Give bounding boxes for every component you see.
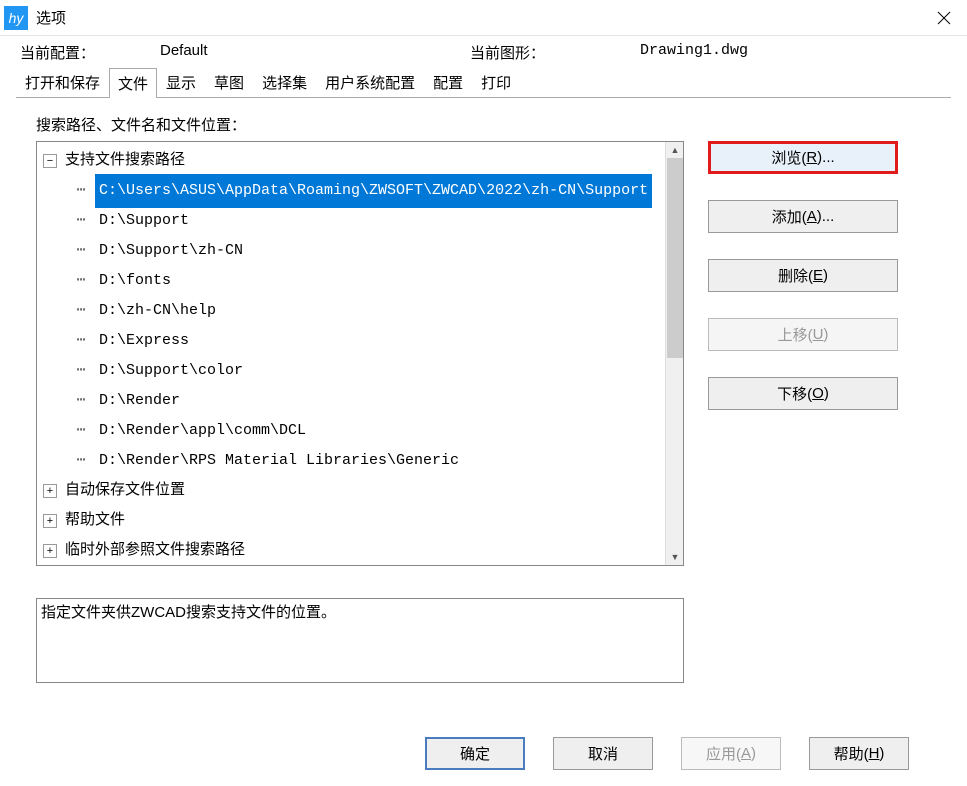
title-bar: hy 选项 [0, 0, 967, 36]
leaf-marker-icon: ⋯ [75, 386, 87, 416]
tree-path-item[interactable]: ⋯ D:\Render\appl\comm\DCL [39, 416, 681, 446]
profile-value: Default [160, 42, 470, 63]
tab-3[interactable]: 草图 [205, 67, 253, 97]
leaf-marker-icon: ⋯ [75, 266, 87, 296]
section-label: 搜索路径、文件名和文件位置： [36, 114, 939, 135]
tree-path-text: D:\fonts [95, 264, 175, 298]
browse-button[interactable]: 浏览(R)... [708, 141, 898, 174]
tab-5[interactable]: 用户系统配置 [316, 67, 424, 97]
tree-path-text: C:\Users\ASUS\AppData\Roaming\ZWSOFT\ZWC… [95, 174, 652, 208]
tree-path-item[interactable]: ⋯ C:\Users\ASUS\AppData\Roaming\ZWSOFT\ZW… [39, 176, 681, 206]
tree-path-item[interactable]: ⋯ D:\fonts [39, 266, 681, 296]
tree-path-text: D:\Support\zh-CN [95, 234, 247, 268]
tree-label: 自动保存文件位置 [61, 474, 189, 508]
bottom-button-row: 确定 取消 应用(A) 帮助(H) [425, 737, 909, 770]
scroll-down-arrow[interactable]: ▼ [666, 549, 684, 565]
tree-node-collapsed[interactable]: + 自动保存文件位置 [39, 476, 681, 506]
ok-button[interactable]: 确定 [425, 737, 525, 770]
description-box: 指定文件夹供ZWCAD搜索支持文件的位置。 [36, 598, 684, 683]
drawing-label: 当前图形： [470, 42, 640, 63]
help-button[interactable]: 帮助(H) [809, 737, 909, 770]
scroll-thumb[interactable] [667, 158, 683, 358]
leaf-marker-icon: ⋯ [75, 236, 87, 266]
tree-path-text: D:\Render\appl\comm\DCL [95, 414, 310, 448]
leaf-marker-icon: ⋯ [75, 296, 87, 326]
tab-0[interactable]: 打开和保存 [16, 67, 109, 97]
tree-path-text: D:\Express [95, 324, 193, 358]
add-button[interactable]: 添加(A)... [708, 200, 898, 233]
apply-button: 应用(A) [681, 737, 781, 770]
leaf-marker-icon: ⋯ [75, 176, 87, 206]
profile-label: 当前配置： [20, 42, 160, 63]
info-row: 当前配置： Default 当前图形： Drawing1.dwg [0, 36, 967, 67]
scrollbar[interactable]: ▲ ▼ [665, 142, 683, 565]
leaf-marker-icon: ⋯ [75, 326, 87, 356]
path-tree[interactable]: −支持文件搜索路径⋯C:\Users\ASUS\AppData\Roaming\… [36, 141, 684, 566]
tree-path-item[interactable]: ⋯ D:\Render [39, 386, 681, 416]
tree-path-item[interactable]: ⋯ D:\Support [39, 206, 681, 236]
close-button[interactable] [921, 0, 967, 36]
movedown-button[interactable]: 下移(O) [708, 377, 898, 410]
tree-path-text: D:\Render\RPS Material Libraries\Generic [95, 444, 463, 478]
expand-icon[interactable]: + [43, 544, 57, 558]
leaf-marker-icon: ⋯ [75, 446, 87, 476]
tree-node-support-paths[interactable]: −支持文件搜索路径 [39, 146, 681, 176]
leaf-marker-icon: ⋯ [75, 206, 87, 236]
leaf-marker-icon: ⋯ [75, 416, 87, 446]
expand-icon[interactable]: + [43, 484, 57, 498]
drawing-value: Drawing1.dwg [640, 42, 748, 63]
collapse-icon[interactable]: − [43, 154, 57, 168]
tree-node-collapsed[interactable]: + 临时外部参照文件搜索路径 [39, 536, 681, 566]
tree-path-item[interactable]: ⋯ D:\Support\color [39, 356, 681, 386]
tab-bar: 打开和保存文件显示草图选择集用户系统配置配置打印 [16, 67, 951, 98]
close-icon [937, 11, 951, 25]
tree-path-text: D:\Support [95, 204, 193, 238]
side-button-group: 浏览(R)... 添加(A)... 删除(E) 上移(U) 下移(O) [708, 141, 898, 566]
tree-label: 临时外部参照文件搜索路径 [61, 534, 249, 566]
tree-path-text: D:\Render [95, 384, 184, 418]
scroll-up-arrow[interactable]: ▲ [666, 142, 684, 158]
app-icon: hy [4, 6, 28, 30]
cancel-button[interactable]: 取消 [553, 737, 653, 770]
tab-1[interactable]: 文件 [109, 68, 157, 98]
tree-path-text: D:\Support\color [95, 354, 247, 388]
expand-icon[interactable]: + [43, 514, 57, 528]
tree-path-text: D:\zh-CN\help [95, 294, 220, 328]
tree-path-item[interactable]: ⋯ D:\Express [39, 326, 681, 356]
tab-2[interactable]: 显示 [157, 67, 205, 97]
tree-path-item[interactable]: ⋯ D:\zh-CN\help [39, 296, 681, 326]
tab-4[interactable]: 选择集 [253, 67, 316, 97]
tree-path-item[interactable]: ⋯ D:\Support\zh-CN [39, 236, 681, 266]
leaf-marker-icon: ⋯ [75, 356, 87, 386]
tab-6[interactable]: 配置 [424, 67, 472, 97]
tab-7[interactable]: 打印 [472, 67, 520, 97]
tree-label: 支持文件搜索路径 [61, 144, 189, 178]
remove-button[interactable]: 删除(E) [708, 259, 898, 292]
content-area: 搜索路径、文件名和文件位置： −支持文件搜索路径⋯C:\Users\ASUS\A… [0, 98, 967, 691]
moveup-button: 上移(U) [708, 318, 898, 351]
tree-label: 帮助文件 [61, 504, 129, 538]
tree-path-item[interactable]: ⋯ D:\Render\RPS Material Libraries\Generi… [39, 446, 681, 476]
window-title: 选项 [36, 7, 921, 28]
tree-node-collapsed[interactable]: + 帮助文件 [39, 506, 681, 536]
